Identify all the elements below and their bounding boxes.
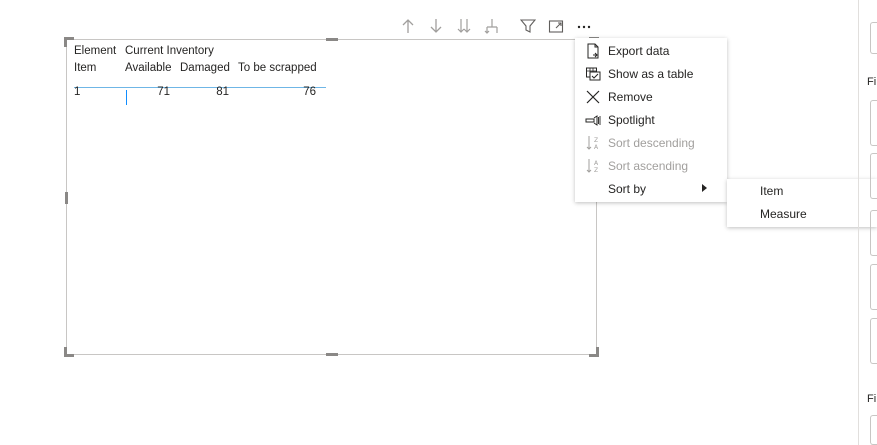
filter-icon[interactable]	[518, 16, 538, 36]
menu-item-label: Sort descending	[608, 135, 695, 150]
row-header-separator	[126, 90, 127, 105]
menu-item-label: Export data	[608, 43, 670, 58]
svg-text:A: A	[594, 144, 599, 151]
value-cell-damaged[interactable]: 81	[184, 86, 229, 98]
menu-item-spotlight[interactable]: Spotlight	[575, 108, 727, 131]
menu-item-sort-by[interactable]: Sort by	[575, 177, 727, 200]
row-header-top: Element	[74, 45, 117, 57]
row-header[interactable]: Item	[74, 62, 96, 74]
pane-divider	[858, 0, 859, 445]
sort-ascending-icon: AZ	[583, 158, 603, 174]
resize-handle-bottom-left[interactable]	[64, 347, 74, 357]
pane-field-box[interactable]	[870, 318, 877, 364]
resize-handle-top-left[interactable]	[64, 37, 74, 47]
menu-item-label: Remove	[608, 89, 653, 104]
menu-item-remove[interactable]: Remove	[575, 85, 727, 108]
submenu-arrow-icon	[702, 184, 707, 192]
more-options-icon[interactable]	[574, 16, 594, 36]
pane-field-box[interactable]	[870, 264, 877, 310]
menu-item-export-data[interactable]: Export data	[575, 39, 727, 62]
resize-handle-bottom-right[interactable]	[589, 347, 599, 357]
export-icon	[583, 43, 603, 59]
arrow-down-icon[interactable]	[426, 16, 446, 36]
pane-section-label: Fi	[867, 76, 877, 88]
submenu-item-item[interactable]: Item	[727, 179, 877, 202]
blank-icon	[583, 181, 603, 197]
close-icon	[583, 89, 603, 105]
menu-item-label: Spotlight	[608, 112, 655, 127]
double-arrow-down-icon[interactable]	[454, 16, 474, 36]
menu-item-label: Sort ascending	[608, 158, 689, 173]
menu-item-label: Sort by	[608, 181, 647, 196]
sort-descending-icon: ZA	[583, 135, 603, 151]
more-options-menu: Export data Show as a table Remove Spotl…	[575, 38, 727, 202]
column-header-to-be-scrapped[interactable]: To be scrapped	[238, 62, 317, 74]
pane-field-box[interactable]	[870, 22, 877, 54]
submenu-item-label: Item	[760, 183, 784, 198]
sort-by-submenu: Item Measure	[727, 179, 877, 227]
value-cell-to-be-scrapped[interactable]: 76	[244, 86, 316, 98]
table-icon	[583, 66, 603, 82]
row-item-cell[interactable]: 1	[74, 86, 80, 98]
pane-field-box[interactable]	[870, 210, 877, 256]
menu-item-sort-descending: ZA Sort descending	[575, 131, 727, 154]
pane-field-box[interactable]	[870, 153, 877, 199]
menu-item-sort-ascending: AZ Sort ascending	[575, 154, 727, 177]
svg-text:Z: Z	[594, 167, 598, 174]
focus-mode-icon[interactable]	[546, 16, 566, 36]
pane-field-box[interactable]	[870, 415, 877, 445]
expand-hierarchy-icon[interactable]	[482, 16, 502, 36]
pane-field-box[interactable]	[870, 100, 877, 146]
svg-text:A: A	[594, 160, 599, 167]
resize-handle-top[interactable]	[326, 38, 338, 41]
pane-section-label: Fi	[867, 393, 877, 405]
column-group-header[interactable]: Current Inventory	[125, 45, 214, 57]
submenu-item-label: Measure	[760, 206, 807, 221]
spotlight-icon	[583, 112, 603, 128]
submenu-item-measure[interactable]: Measure	[727, 202, 877, 225]
column-header-available[interactable]: Available	[125, 62, 171, 74]
matrix-visual[interactable]: Element Current Inventory Item Available…	[64, 37, 599, 357]
menu-item-label: Show as a table	[608, 66, 694, 81]
value-cell-available[interactable]: 71	[134, 86, 170, 98]
column-header-damaged[interactable]: Damaged	[180, 62, 230, 74]
resize-handle-left[interactable]	[65, 192, 68, 204]
resize-handle-bottom[interactable]	[326, 353, 338, 356]
menu-item-show-as-table[interactable]: Show as a table	[575, 62, 727, 85]
svg-text:Z: Z	[594, 137, 598, 144]
arrow-up-icon[interactable]	[398, 16, 418, 36]
